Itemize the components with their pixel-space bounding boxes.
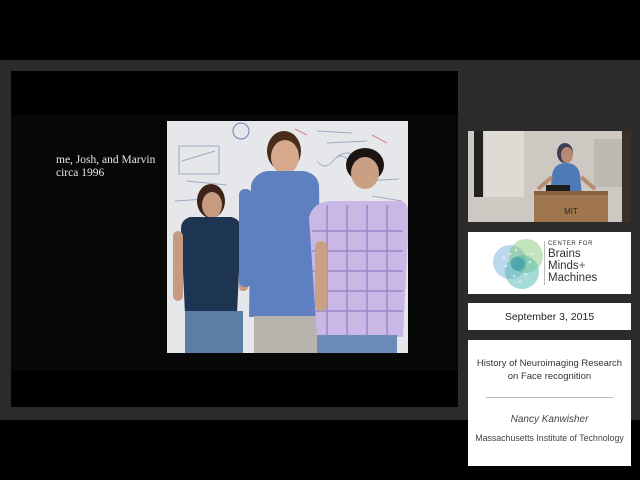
logo-plus-sign: + xyxy=(578,260,586,272)
logo-line-minds: Minds+ xyxy=(548,260,597,272)
caption-line-1: me, Josh, and Marvin xyxy=(56,154,156,166)
date-panel: September 3, 2015 xyxy=(468,303,631,330)
speaker-video: MIT xyxy=(468,131,631,222)
logo-line-center-for: CENTER FOR xyxy=(548,241,593,247)
speaker-video-illustration: MIT xyxy=(468,131,631,222)
cbmm-logo-icon xyxy=(493,239,543,289)
presenter-affiliation: Massachusetts Institute of Technology xyxy=(475,433,624,443)
logo-minds-word: Minds xyxy=(548,260,579,272)
info-divider xyxy=(486,397,613,398)
logo-divider xyxy=(544,241,545,285)
group-photo xyxy=(167,121,408,353)
photo-caption: me, Josh, and Marvin circa 1996 xyxy=(56,154,155,180)
cbmm-logo-text: CENTER FOR Brains Minds+ Machines xyxy=(548,240,597,284)
presenter-name: Nancy Kanwisher xyxy=(510,414,589,425)
video-frame: me, Josh, and Marvin circa 1996 MIT CENT… xyxy=(0,60,640,466)
logo-line-brains: Brains xyxy=(548,248,581,260)
lectern-logo: MIT xyxy=(564,207,578,216)
event-date: September 3, 2015 xyxy=(504,310,595,323)
talk-info-panel: History of Neuroimaging Research on Face… xyxy=(468,340,631,466)
logo-line-machines: Machines xyxy=(548,272,598,284)
presentation-slide: me, Josh, and Marvin circa 1996 xyxy=(11,71,458,407)
cbmm-logo-panel: CENTER FOR Brains Minds+ Machines xyxy=(468,232,631,294)
talk-title: History of Neuroimaging Research on Face… xyxy=(476,358,623,382)
caption-line-2: circa 1996 xyxy=(56,167,105,179)
group-photo-illustration xyxy=(167,121,408,353)
